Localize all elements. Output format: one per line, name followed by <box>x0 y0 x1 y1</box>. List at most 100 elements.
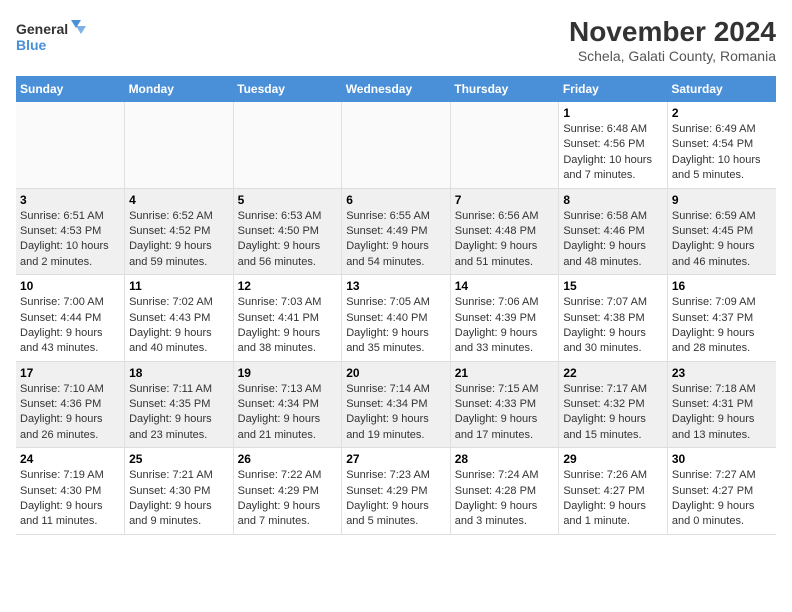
day-number: 27 <box>346 452 446 466</box>
day-info: Sunrise: 7:23 AM Sunset: 4:29 PM Dayligh… <box>346 468 446 530</box>
calendar-cell: 14 Sunrise: 7:06 AM Sunset: 4:39 PM Dayli… <box>450 275 559 362</box>
calendar-cell: 8Sunrise: 6:58 AM Sunset: 4:46 PM Daylig… <box>559 188 668 275</box>
day-info: Sunrise: 6:48 AM Sunset: 4:56 PM Dayligh… <box>563 122 663 184</box>
svg-text:General: General <box>16 21 68 37</box>
day-info: Sunrise: 7:14 AM Sunset: 4:34 PM Dayligh… <box>346 382 446 444</box>
day-number: 2 <box>672 106 772 120</box>
day-info: Sunrise: 6:56 AM Sunset: 4:48 PM Dayligh… <box>455 209 555 271</box>
calendar-cell: 24 Sunrise: 7:19 AM Sunset: 4:30 PM Dayli… <box>16 448 125 535</box>
calendar-cell <box>125 102 234 188</box>
calendar-cell: 5 Sunrise: 6:53 AM Sunset: 4:50 PM Daylig… <box>233 188 342 275</box>
day-info: Sunrise: 7:05 AM Sunset: 4:40 PM Dayligh… <box>346 295 446 357</box>
day-number: 20 <box>346 366 446 380</box>
calendar-cell: 20 Sunrise: 7:14 AM Sunset: 4:34 PM Dayli… <box>342 361 451 448</box>
calendar-cell: 1 Sunrise: 6:48 AM Sunset: 4:56 PM Daylig… <box>559 102 668 188</box>
day-number: 15 <box>563 279 663 293</box>
title-block: November 2024 Schela, Galati County, Rom… <box>569 16 776 64</box>
day-number: 30 <box>672 452 772 466</box>
calendar-cell: 11 Sunrise: 7:02 AM Sunset: 4:43 PM Dayli… <box>125 275 234 362</box>
calendar-cell: 4 Sunrise: 6:52 AM Sunset: 4:52 PM Daylig… <box>125 188 234 275</box>
day-number: 13 <box>346 279 446 293</box>
calendar-cell: 22 Sunrise: 7:17 AM Sunset: 4:32 PM Dayli… <box>559 361 668 448</box>
calendar-cell: 16 Sunrise: 7:09 AM Sunset: 4:37 PM Dayli… <box>667 275 776 362</box>
day-number: 18 <box>129 366 229 380</box>
calendar-cell <box>233 102 342 188</box>
day-info: Sunrise: 7:22 AM Sunset: 4:29 PM Dayligh… <box>238 468 338 530</box>
day-info: Sunrise: 7:11 AM Sunset: 4:35 PM Dayligh… <box>129 382 229 444</box>
calendar-cell: 25 Sunrise: 7:21 AM Sunset: 4:30 PM Dayli… <box>125 448 234 535</box>
day-number: 26 <box>238 452 338 466</box>
col-header-monday: Monday <box>125 76 234 102</box>
day-number: 17 <box>20 366 120 380</box>
calendar-cell: 2 Sunrise: 6:49 AM Sunset: 4:54 PM Daylig… <box>667 102 776 188</box>
col-header-thursday: Thursday <box>450 76 559 102</box>
day-info: Sunrise: 6:52 AM Sunset: 4:52 PM Dayligh… <box>129 209 229 271</box>
day-info: Sunrise: 7:27 AM Sunset: 4:27 PM Dayligh… <box>672 468 772 530</box>
calendar-cell: 7 Sunrise: 6:56 AM Sunset: 4:48 PM Daylig… <box>450 188 559 275</box>
day-number: 6 <box>346 193 446 207</box>
day-number: 5 <box>238 193 338 207</box>
col-header-wednesday: Wednesday <box>342 76 451 102</box>
subtitle: Schela, Galati County, Romania <box>569 48 776 64</box>
calendar-cell: 26 Sunrise: 7:22 AM Sunset: 4:29 PM Dayli… <box>233 448 342 535</box>
day-info: Sunrise: 7:03 AM Sunset: 4:41 PM Dayligh… <box>238 295 338 357</box>
calendar-cell: 3 Sunrise: 6:51 AM Sunset: 4:53 PM Daylig… <box>16 188 125 275</box>
calendar-week-5: 24 Sunrise: 7:19 AM Sunset: 4:30 PM Dayli… <box>16 448 776 535</box>
day-number: 8 <box>563 193 663 207</box>
calendar-cell <box>450 102 559 188</box>
calendar-week-3: 10Sunrise: 7:00 AM Sunset: 4:44 PM Dayli… <box>16 275 776 362</box>
calendar-cell: 29Sunrise: 7:26 AM Sunset: 4:27 PM Dayli… <box>559 448 668 535</box>
calendar-cell: 30 Sunrise: 7:27 AM Sunset: 4:27 PM Dayli… <box>667 448 776 535</box>
calendar-cell: 18 Sunrise: 7:11 AM Sunset: 4:35 PM Dayli… <box>125 361 234 448</box>
day-number: 10 <box>20 279 120 293</box>
day-number: 22 <box>563 366 663 380</box>
calendar-cell: 10Sunrise: 7:00 AM Sunset: 4:44 PM Dayli… <box>16 275 125 362</box>
day-info: Sunrise: 7:21 AM Sunset: 4:30 PM Dayligh… <box>129 468 229 530</box>
day-number: 3 <box>20 193 120 207</box>
day-info: Sunrise: 7:17 AM Sunset: 4:32 PM Dayligh… <box>563 382 663 444</box>
day-info: Sunrise: 6:53 AM Sunset: 4:50 PM Dayligh… <box>238 209 338 271</box>
day-number: 11 <box>129 279 229 293</box>
calendar-cell: 19Sunrise: 7:13 AM Sunset: 4:34 PM Dayli… <box>233 361 342 448</box>
calendar-header: SundayMondayTuesdayWednesdayThursdayFrid… <box>16 76 776 102</box>
day-info: Sunrise: 6:49 AM Sunset: 4:54 PM Dayligh… <box>672 122 772 184</box>
day-info: Sunrise: 7:09 AM Sunset: 4:37 PM Dayligh… <box>672 295 772 357</box>
calendar-week-2: 3 Sunrise: 6:51 AM Sunset: 4:53 PM Daylig… <box>16 188 776 275</box>
calendar-cell: 12 Sunrise: 7:03 AM Sunset: 4:41 PM Dayli… <box>233 275 342 362</box>
col-header-friday: Friday <box>559 76 668 102</box>
col-header-saturday: Saturday <box>667 76 776 102</box>
day-info: Sunrise: 6:59 AM Sunset: 4:45 PM Dayligh… <box>672 209 772 271</box>
calendar-cell <box>16 102 125 188</box>
day-number: 9 <box>672 193 772 207</box>
day-info: Sunrise: 6:51 AM Sunset: 4:53 PM Dayligh… <box>20 209 120 271</box>
calendar-cell: 17 Sunrise: 7:10 AM Sunset: 4:36 PM Dayli… <box>16 361 125 448</box>
calendar-cell: 13 Sunrise: 7:05 AM Sunset: 4:40 PM Dayli… <box>342 275 451 362</box>
calendar-cell: 9 Sunrise: 6:59 AM Sunset: 4:45 PM Daylig… <box>667 188 776 275</box>
day-number: 24 <box>20 452 120 466</box>
day-number: 21 <box>455 366 555 380</box>
col-header-tuesday: Tuesday <box>233 76 342 102</box>
day-number: 4 <box>129 193 229 207</box>
calendar-cell: 27 Sunrise: 7:23 AM Sunset: 4:29 PM Dayli… <box>342 448 451 535</box>
day-number: 1 <box>563 106 663 120</box>
day-number: 16 <box>672 279 772 293</box>
day-number: 12 <box>238 279 338 293</box>
calendar-week-4: 17 Sunrise: 7:10 AM Sunset: 4:36 PM Dayli… <box>16 361 776 448</box>
calendar-cell: 15Sunrise: 7:07 AM Sunset: 4:38 PM Dayli… <box>559 275 668 362</box>
day-info: Sunrise: 7:06 AM Sunset: 4:39 PM Dayligh… <box>455 295 555 357</box>
calendar-cell <box>342 102 451 188</box>
day-number: 28 <box>455 452 555 466</box>
day-info: Sunrise: 7:19 AM Sunset: 4:30 PM Dayligh… <box>20 468 120 530</box>
main-title: November 2024 <box>569 16 776 48</box>
day-info: Sunrise: 7:02 AM Sunset: 4:43 PM Dayligh… <box>129 295 229 357</box>
day-info: Sunrise: 6:55 AM Sunset: 4:49 PM Dayligh… <box>346 209 446 271</box>
calendar-table: SundayMondayTuesdayWednesdayThursdayFrid… <box>16 76 776 535</box>
day-info: Sunrise: 7:26 AM Sunset: 4:27 PM Dayligh… <box>563 468 663 530</box>
calendar-cell: 6 Sunrise: 6:55 AM Sunset: 4:49 PM Daylig… <box>342 188 451 275</box>
day-number: 23 <box>672 366 772 380</box>
day-number: 14 <box>455 279 555 293</box>
day-info: Sunrise: 7:10 AM Sunset: 4:36 PM Dayligh… <box>20 382 120 444</box>
day-info: Sunrise: 7:24 AM Sunset: 4:28 PM Dayligh… <box>455 468 555 530</box>
day-number: 25 <box>129 452 229 466</box>
day-number: 7 <box>455 193 555 207</box>
